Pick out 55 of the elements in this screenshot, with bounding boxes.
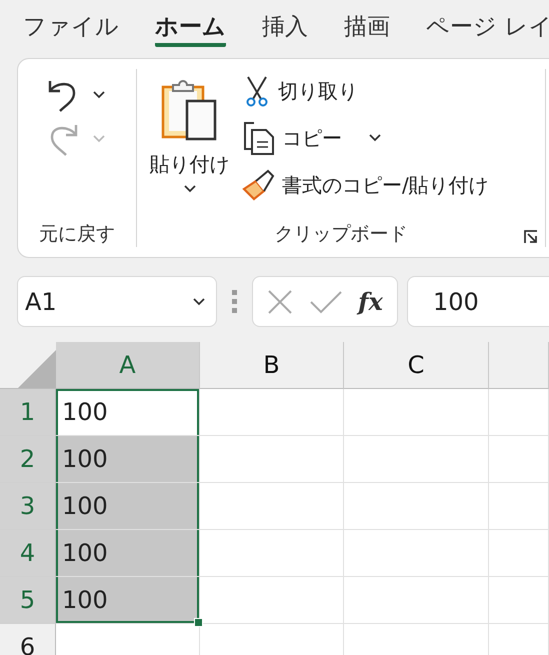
dialog-launcher-icon[interactable] <box>523 229 539 245</box>
chevron-down-icon[interactable] <box>92 90 106 100</box>
copy-icon <box>242 121 276 155</box>
formula-field[interactable]: 100 <box>407 276 549 327</box>
group-label: クリップボード <box>274 222 408 247</box>
column-header[interactable]: C <box>344 342 489 389</box>
row-header[interactable]: 2 <box>0 436 56 483</box>
ribbon-tab[interactable]: ホーム <box>155 0 226 47</box>
row-header[interactable]: 3 <box>0 483 56 530</box>
table-cell[interactable] <box>489 389 549 436</box>
cut-button[interactable]: 切り取り <box>242 75 489 107</box>
format-painter-button[interactable]: 書式のコピー/貼り付け <box>242 169 489 201</box>
column-header[interactable]: A <box>56 342 200 389</box>
row-header[interactable]: 1 <box>0 389 56 436</box>
table-cell[interactable] <box>489 530 549 577</box>
close-icon[interactable] <box>267 288 294 314</box>
paste-button[interactable]: 貼り付け <box>137 69 242 221</box>
table-cell[interactable] <box>489 436 549 483</box>
row-header[interactable]: 5 <box>0 577 56 624</box>
table-cell[interactable] <box>489 577 549 624</box>
table-cell[interactable] <box>344 483 489 530</box>
table-cell[interactable] <box>344 436 489 483</box>
table-cell[interactable]: 100 <box>56 483 200 530</box>
table-cell[interactable]: 100 <box>56 436 200 483</box>
column-header[interactable] <box>489 342 549 389</box>
ribbon-tab[interactable]: ページ レイ <box>426 0 549 42</box>
ribbon-tab[interactable]: ファイル <box>23 0 119 42</box>
table-cell[interactable] <box>344 577 489 624</box>
table-cell[interactable]: 100 <box>56 577 200 624</box>
ribbon-tab[interactable]: 描画 <box>344 0 390 42</box>
table-cell[interactable] <box>200 530 344 577</box>
table-cell[interactable] <box>200 389 344 436</box>
row-header[interactable]: 4 <box>0 530 56 577</box>
name-box[interactable]: A1 <box>17 276 217 327</box>
table-cell[interactable] <box>489 483 549 530</box>
fill-handle[interactable] <box>194 618 203 627</box>
chevron-down-icon[interactable] <box>192 296 206 306</box>
grip-icon[interactable] <box>232 290 238 314</box>
insert-function-button[interactable]: fx <box>358 287 383 316</box>
table-cell[interactable] <box>200 577 344 624</box>
table-cell[interactable]: 100 <box>56 389 200 436</box>
paintbrush-icon <box>242 169 276 201</box>
table-cell[interactable] <box>344 389 489 436</box>
table-cell[interactable] <box>200 436 344 483</box>
triangle-icon <box>18 350 56 388</box>
table-cell[interactable]: 100 <box>56 530 200 577</box>
group-label: 元に戻す <box>39 222 115 247</box>
column-header[interactable]: B <box>200 342 344 389</box>
table-cell[interactable] <box>344 530 489 577</box>
table-cell[interactable] <box>200 483 344 530</box>
copy-button[interactable]: コピー <box>242 121 342 155</box>
chevron-down-icon[interactable] <box>182 184 196 194</box>
chevron-down-icon[interactable] <box>368 133 382 143</box>
ribbon-tab[interactable]: 挿入 <box>262 0 308 42</box>
checkmark-icon[interactable] <box>310 290 342 314</box>
